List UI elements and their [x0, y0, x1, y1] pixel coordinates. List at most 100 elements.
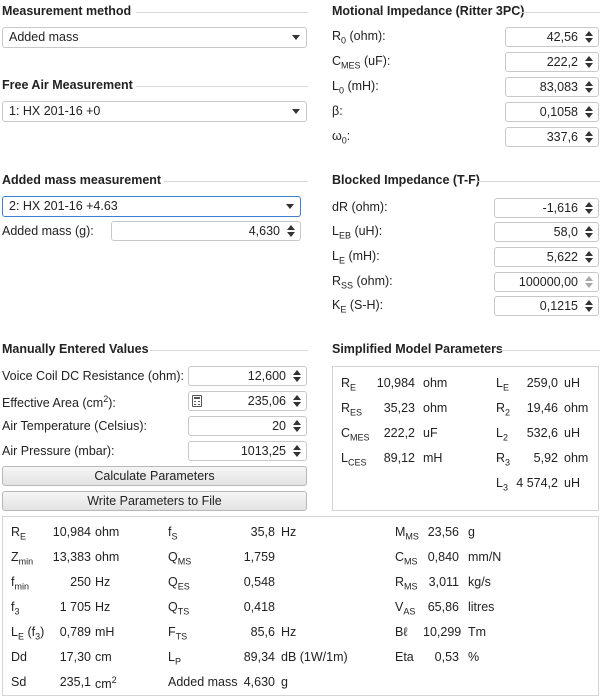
- blocked-label-2: LE (mH):: [332, 249, 380, 266]
- result-symbol: Sd: [11, 675, 26, 692]
- spinner-arrows-icon[interactable]: [581, 248, 598, 266]
- result-value: 0,53: [434, 650, 459, 664]
- symbol-subscript: min: [18, 556, 34, 567]
- added-mass-spinner[interactable]: 4,630: [111, 221, 301, 241]
- result-symbol: CMS: [395, 550, 418, 567]
- symbol-extra: (f: [27, 625, 36, 639]
- motional-label-3: β:: [332, 104, 343, 121]
- divider: [136, 86, 308, 87]
- results-panel: RE 10,984 ohm Zmin 13,383 ohm fmin 250 Hz f3 1 705…: [2, 516, 599, 696]
- result-unit: g: [281, 675, 288, 689]
- result-symbol: VAS: [395, 600, 415, 617]
- spinner-arrows-icon[interactable]: [581, 78, 598, 96]
- divider: [500, 350, 600, 351]
- symbol: L: [332, 224, 339, 238]
- simplified-symbol: R3: [496, 451, 510, 468]
- unit: (ohm):: [346, 29, 386, 43]
- symbol-subscript: 2: [502, 432, 508, 443]
- spinner-arrows-icon[interactable]: [289, 392, 306, 410]
- spinner-arrows-icon[interactable]: [289, 367, 306, 385]
- air-temperature-spinner[interactable]: 20: [188, 416, 307, 436]
- simplified-symbol: CMES: [341, 426, 370, 443]
- motional-spinner-0[interactable]: 42,56: [505, 27, 599, 47]
- symbol-subscript: CES: [347, 457, 367, 468]
- free-air-select[interactable]: 1: HX 201-16 +0: [2, 101, 307, 122]
- symbol: L: [496, 476, 503, 490]
- air-pressure-spinner[interactable]: 1013,25: [188, 441, 307, 461]
- symbol: Sd: [11, 675, 27, 689]
- symbol: L: [168, 650, 175, 664]
- spinner-arrows-icon[interactable]: [581, 128, 598, 146]
- spinner-arrows-icon[interactable]: [289, 442, 306, 460]
- blocked-spinner-0[interactable]: -1,616: [494, 198, 599, 218]
- spinner-arrows-icon[interactable]: [581, 199, 598, 217]
- write-parameters-button[interactable]: Write Parameters to File: [2, 491, 307, 511]
- symbol: Q: [168, 600, 178, 614]
- spinner-arrows-icon[interactable]: [581, 28, 598, 46]
- spinner-arrows-icon[interactable]: [283, 222, 300, 240]
- spinner-arrows-icon[interactable]: [581, 103, 598, 121]
- simplified-symbol: L3: [496, 476, 508, 493]
- result-symbol: QMS: [168, 550, 191, 567]
- air-pressure-value: 1013,25: [240, 444, 286, 458]
- unit: Tm: [468, 625, 487, 639]
- symbol: L: [496, 426, 503, 440]
- air-temperature-value: 20: [272, 419, 286, 433]
- calculate-parameters-button[interactable]: Calculate Parameters: [2, 466, 307, 486]
- blocked-spinner-4[interactable]: 0,1215: [494, 296, 599, 316]
- effective-area-spinner[interactable]: 235,06: [188, 391, 307, 411]
- blocked-label-0: dR (ohm):: [332, 200, 388, 217]
- symbol-subscript: EB: [338, 230, 351, 241]
- calculator-icon[interactable]: [192, 395, 202, 407]
- motional-spinner-4[interactable]: 337,6: [505, 127, 599, 147]
- result-symbol: FTS: [168, 625, 187, 642]
- result-symbol: Added mass: [168, 675, 237, 692]
- air-temperature-label: Air Temperature (Celsius):: [2, 419, 147, 433]
- spinner-arrows-icon[interactable]: [581, 297, 598, 315]
- divider: [136, 12, 308, 13]
- unit: (uF):: [360, 54, 391, 68]
- motional-spinner-1[interactable]: 222,2: [505, 52, 599, 72]
- unit: (mH):: [344, 249, 380, 263]
- chevron-down-icon: [292, 109, 300, 114]
- motional-spinner-3[interactable]: 0,1058: [505, 102, 599, 122]
- result-value: 4,630: [243, 675, 275, 689]
- symbol: L: [11, 625, 18, 639]
- result-value: 17,30: [59, 650, 91, 664]
- symbol: F: [168, 625, 176, 639]
- result-value: 0,840: [427, 550, 459, 564]
- symbol: Eta: [395, 650, 414, 664]
- added-mass-select[interactable]: 2: HX 201-16 +4.63: [2, 196, 301, 217]
- spinner-arrows-icon[interactable]: [581, 273, 598, 291]
- voice-coil-resistance-spinner[interactable]: 12,600: [188, 366, 307, 386]
- unit: (ohm):: [353, 274, 393, 288]
- motional-spinner-2[interactable]: 83,083: [505, 77, 599, 97]
- blocked-title: Blocked Impedance (T-F): [332, 173, 480, 187]
- symbol-subscript: ES: [177, 581, 190, 592]
- symbol-subscript: E: [502, 382, 509, 393]
- symbol: R: [341, 376, 351, 390]
- simplified-symbol: R2: [496, 401, 510, 418]
- symbol: R: [496, 451, 506, 465]
- simplified-value: 222,2: [383, 426, 415, 440]
- free-air-title: Free Air Measurement: [2, 78, 133, 92]
- spinner-arrows-icon[interactable]: [581, 53, 598, 71]
- blocked-spinner-3[interactable]: 100000,00: [494, 272, 599, 292]
- result-symbol: Eta: [395, 650, 414, 667]
- result-value: 235,1: [59, 675, 91, 689]
- simplified-value: 5,92: [533, 451, 558, 465]
- measurement-method-select[interactable]: Added mass: [2, 27, 307, 48]
- symbol: L: [496, 376, 503, 390]
- simplified-unit: uH: [564, 376, 580, 390]
- blocked-spinner-1[interactable]: 58,0: [494, 222, 599, 242]
- symbol: M: [395, 525, 406, 539]
- result-value: 13,383: [52, 550, 91, 564]
- motional-value-2: 83,083: [539, 80, 578, 94]
- blocked-spinner-2[interactable]: 5,622: [494, 247, 599, 267]
- voice-coil-resistance-label: Voice Coil DC Resistance (ohm):: [2, 369, 185, 383]
- spinner-arrows-icon[interactable]: [581, 223, 598, 241]
- simplified-value: 35,23: [383, 401, 415, 415]
- air-pressure-label: Air Pressure (mbar):: [2, 444, 115, 458]
- divider: [478, 181, 600, 182]
- spinner-arrows-icon[interactable]: [289, 417, 306, 435]
